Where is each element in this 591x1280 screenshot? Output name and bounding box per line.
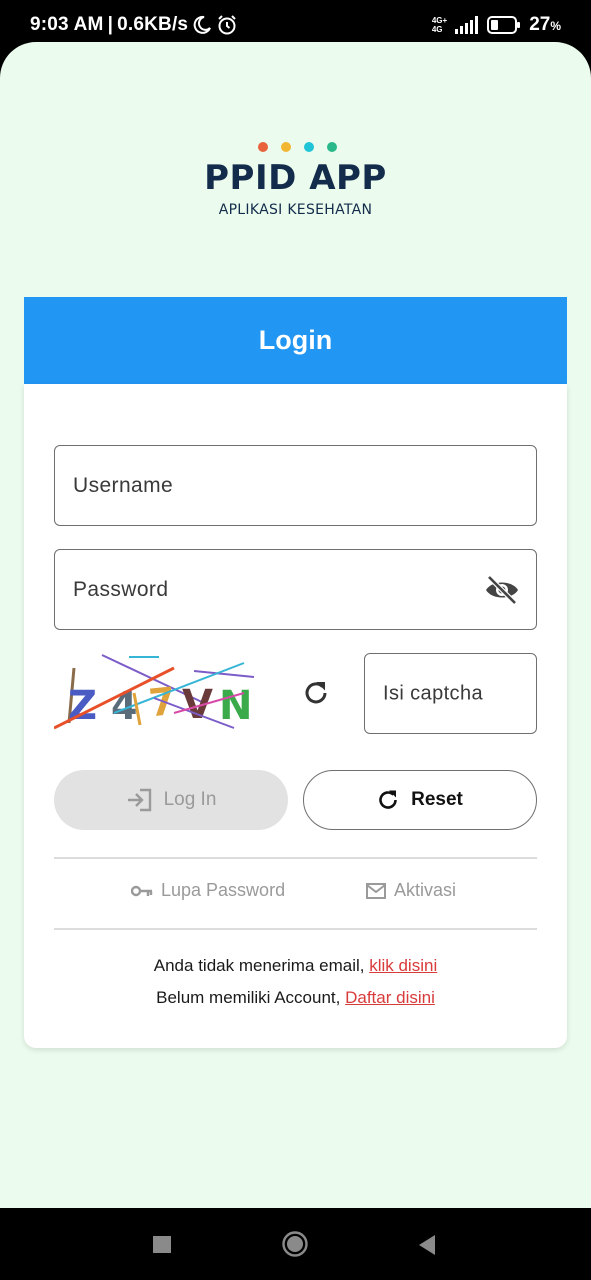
eye-off-icon[interactable] <box>484 574 520 606</box>
logo-dot <box>281 142 291 152</box>
captcha-label: Isi captcha <box>383 682 484 704</box>
no-account-text: Belum memiliki Account, <box>156 988 346 1007</box>
network-type-top: 4G+ <box>431 16 448 25</box>
login-button[interactable]: Log In <box>54 770 288 830</box>
captcha-image: Z 4 7 V N <box>54 654 255 730</box>
captcha-input[interactable]: Isi captcha <box>364 653 537 734</box>
key-icon <box>131 885 153 896</box>
activation-label: Aktivasi <box>394 880 457 900</box>
captcha-char: V <box>182 682 213 728</box>
username-field[interactable]: Username <box>54 445 537 526</box>
alarm-icon <box>218 15 236 35</box>
battery-percent: 27 <box>529 14 551 35</box>
captcha-char: Z <box>68 683 97 729</box>
status-time: 9:03 AM <box>30 14 104 35</box>
navigation-bar <box>0 1208 591 1280</box>
register-link[interactable]: Daftar disini <box>345 988 435 1007</box>
logo-dot <box>327 142 337 152</box>
forgot-password-link[interactable]: Lupa Password <box>131 880 285 901</box>
battery-icon <box>487 16 521 34</box>
captcha-char: N <box>219 683 252 729</box>
logo-dots <box>4 142 591 152</box>
no-email-line: Anda tidak menerima email, klik disini <box>24 956 567 976</box>
signal-icon <box>455 16 479 34</box>
password-field[interactable]: Password <box>54 549 537 630</box>
login-button-label: Log In <box>163 789 217 810</box>
battery-unit: % <box>550 19 561 33</box>
reset-button[interactable]: Reset <box>303 770 537 830</box>
logo-dot <box>304 142 314 152</box>
no-email-text: Anda tidak menerima email, <box>153 956 370 975</box>
status-separator: | <box>107 14 114 35</box>
divider <box>54 928 537 930</box>
divider <box>54 857 537 859</box>
status-speed: 0.6KB/s <box>117 14 189 35</box>
forgot-password-label: Lupa Password <box>161 880 286 900</box>
network-type-bottom: 4G <box>431 25 443 34</box>
password-label: Password <box>73 577 169 601</box>
nav-back-icon[interactable] <box>417 1234 437 1256</box>
no-account-line: Belum memiliki Account, Daftar disini <box>24 988 567 1008</box>
reset-button-label: Reset <box>411 789 463 810</box>
resend-email-link[interactable]: klik disini <box>369 956 437 975</box>
app-screen: PPID APP APLIKASI KESEHATAN Login Userna… <box>0 42 591 1208</box>
refresh-icon[interactable] <box>302 679 330 707</box>
captcha-char: 7 <box>147 679 178 726</box>
login-header: Login <box>24 297 567 384</box>
status-left: 9:03 AM | 0.6KB/s <box>30 14 238 36</box>
status-right: 4G+ 4G 27% <box>432 14 561 36</box>
activation-link[interactable]: Aktivasi <box>366 880 456 901</box>
logo-subtitle: APLIKASI KESEHATAN <box>218 202 373 218</box>
app-logo: PPID APP APLIKASI KESEHATAN <box>0 142 591 218</box>
logo-title: PPID APP <box>204 158 387 198</box>
nav-recents-icon[interactable] <box>153 1236 171 1253</box>
nav-home-icon[interactable] <box>282 1231 308 1257</box>
mail-icon <box>366 882 386 899</box>
login-icon <box>127 788 151 812</box>
username-label: Username <box>73 473 174 497</box>
moon-icon <box>193 15 212 34</box>
reset-icon <box>379 790 397 809</box>
battery-level: 27% <box>529 14 561 36</box>
login-card: Username Password Z 4 7 V N Isi captcha … <box>24 384 567 1048</box>
logo-dot <box>258 142 268 152</box>
network-type: 4G+ 4G <box>432 16 447 34</box>
